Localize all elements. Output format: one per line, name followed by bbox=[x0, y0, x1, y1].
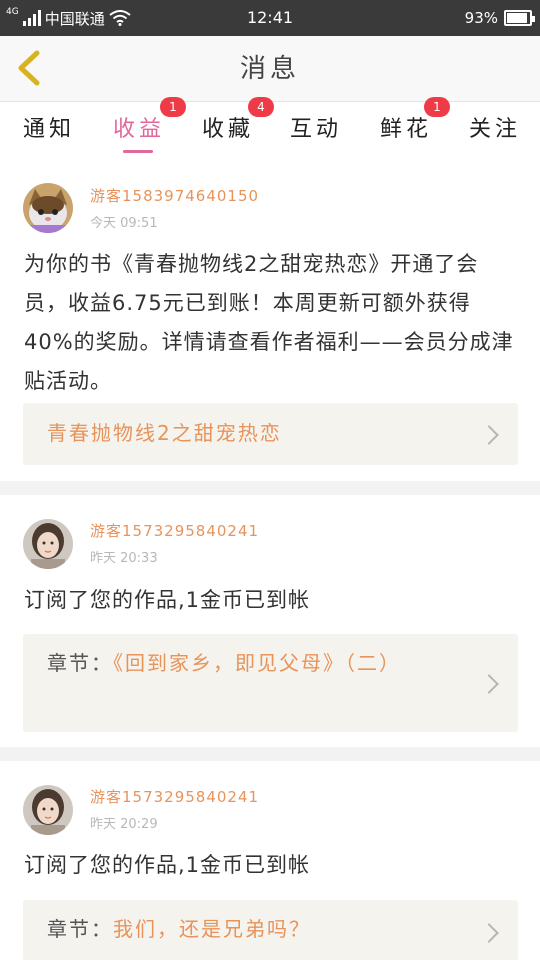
tab-notice[interactable]: 通知 bbox=[23, 111, 75, 143]
message-body: 订阅了您的作品,1金币已到帐 bbox=[24, 853, 311, 877]
sender-name: 游客15732958402​41 bbox=[90, 788, 260, 806]
girl-avatar-image bbox=[23, 785, 73, 835]
sender-name: 游客15839746401​50 bbox=[90, 187, 260, 205]
section-divider bbox=[0, 747, 540, 761]
nav-header: 消息 bbox=[0, 36, 540, 102]
avatar[interactable] bbox=[23, 519, 73, 569]
battery-percent: 93% bbox=[464, 9, 498, 27]
tab-flowers-badge: 1 bbox=[424, 97, 450, 117]
chapter-title: 我们，还是兄弟吗？ bbox=[113, 917, 311, 941]
book-card[interactable]: 青春抛物线2之甜宠热恋 bbox=[23, 403, 518, 465]
girl-avatar-image bbox=[23, 519, 73, 569]
chevron-right-icon bbox=[479, 674, 499, 694]
status-bar: 4G 中国联通 12:41 93% bbox=[0, 0, 540, 36]
sender-name: 游客15732958402​41 bbox=[90, 522, 260, 540]
active-tab-indicator bbox=[123, 150, 153, 153]
message-item: 游客15732958402​41 昨天 20:33 订阅了您的作品,1金币已到帐… bbox=[0, 495, 540, 747]
chapter-title: 《回到家乡，即见父母》（二） bbox=[113, 651, 401, 675]
book-title: 青春抛物线2之甜宠热恋 bbox=[47, 421, 282, 445]
tab-favorites[interactable]: 收藏 bbox=[202, 111, 254, 143]
avatar[interactable] bbox=[23, 785, 73, 835]
message-body: 为你的书《青春抛物线2之甜宠热恋》开通了会员，收益6.75元已到账！本周更新可额… bbox=[24, 252, 514, 393]
tab-interactions[interactable]: 互动 bbox=[290, 111, 342, 143]
message-item: 游客15732958402​41 昨天 20:29 订阅了您的作品,1金币已到帐… bbox=[0, 761, 540, 960]
card-text: 青春抛物线2之甜宠热恋 bbox=[47, 415, 467, 452]
avatar[interactable] bbox=[23, 183, 73, 233]
card-text: 章节：我们，还是兄弟吗？ bbox=[47, 911, 467, 948]
message-item: 游客15839746401​50 今天 09:51 为你的书《青春抛物线2之甜宠… bbox=[0, 155, 540, 480]
status-right: 93% bbox=[464, 0, 535, 36]
tab-bar: 通知 收益 1 收藏 4 互动 鲜花 1 关注 bbox=[0, 97, 540, 155]
card-prefix: 章节： bbox=[47, 651, 113, 675]
message-time: 昨天 20:33 bbox=[90, 551, 158, 566]
battery-icon bbox=[504, 10, 535, 26]
tab-flowers[interactable]: 鲜花 bbox=[380, 111, 432, 143]
chevron-right-icon bbox=[479, 923, 499, 943]
message-time: 昨天 20:29 bbox=[90, 817, 158, 832]
tab-earnings-badge: 1 bbox=[160, 97, 186, 117]
cat-avatar-image bbox=[23, 183, 73, 233]
chapter-card[interactable]: 章节：《回到家乡，即见父母》（二） bbox=[23, 634, 518, 732]
message-body: 订阅了您的作品,1金币已到帐 bbox=[24, 588, 311, 612]
tab-earnings[interactable]: 收益 bbox=[113, 111, 165, 143]
chapter-card[interactable]: 章节：我们，还是兄弟吗？ bbox=[23, 900, 518, 960]
section-divider bbox=[0, 481, 540, 495]
chevron-right-icon bbox=[479, 425, 499, 445]
tab-favorites-badge: 4 bbox=[248, 97, 274, 117]
message-time: 今天 09:51 bbox=[90, 216, 158, 231]
card-prefix: 章节： bbox=[47, 917, 113, 941]
page-title: 消息 bbox=[239, 54, 300, 84]
clock: 12:41 bbox=[246, 8, 294, 27]
card-text: 章节：《回到家乡，即见父母》（二） bbox=[47, 645, 467, 682]
tab-follow[interactable]: 关注 bbox=[469, 111, 521, 143]
